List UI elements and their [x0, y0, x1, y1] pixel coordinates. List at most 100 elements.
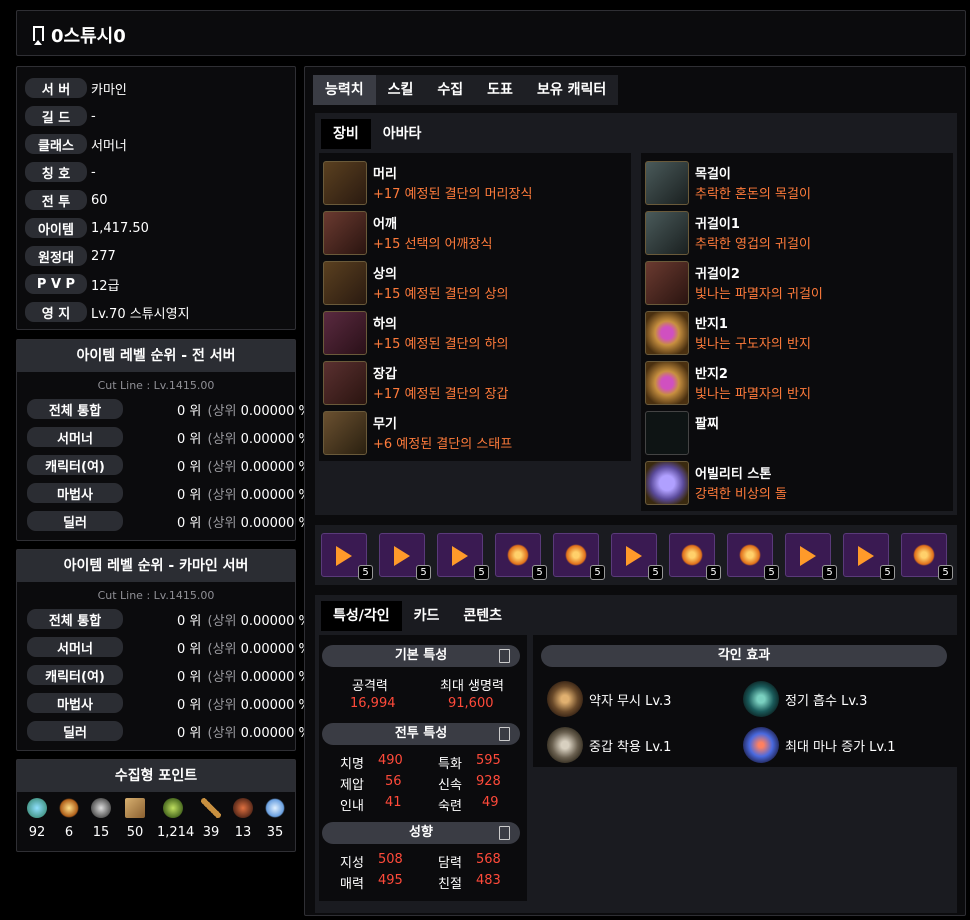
document-icon[interactable] [499, 727, 510, 741]
equipment-panel: 장비 아바타 머리 +17 예정된 결단의 머리장식 어깨 +15 선택의 어깨장식… [315, 113, 957, 515]
island-heart-icon [27, 798, 47, 818]
hp-label: 최대 생명력 [440, 679, 504, 694]
equipment-item[interactable]: 팔찌 [645, 409, 945, 457]
rank-upper: (상위 [207, 515, 237, 531]
equipment-item[interactable]: 반지1 빛나는 구도자의 반지 [645, 309, 945, 357]
profile-row-guild: 길 드- [25, 105, 96, 127]
collection-item[interactable]: 39 [195, 798, 227, 840]
equipment-item[interactable]: 무기 +6 예정된 결단의 스태프 [323, 409, 623, 457]
giant-heart-icon [91, 798, 111, 818]
equipment-item[interactable]: 상의 +15 예정된 결단의 상의 [323, 259, 623, 307]
gem-slot[interactable]: 5 [495, 533, 547, 580]
rank-value: 0 위 [177, 613, 202, 629]
profile-value: 서머너 [91, 138, 127, 154]
gem-slot[interactable]: 5 [321, 533, 373, 580]
collection-count: 13 [234, 825, 252, 840]
equipment-item[interactable]: 귀걸이2 빛나는 파멸자의 귀걸이 [645, 259, 945, 307]
heavy-armor-icon [547, 727, 583, 763]
engraving-name: 중갑 착용 Lv.1 [589, 739, 672, 755]
cooldown-gem-icon [913, 544, 935, 566]
tendency-stat-grid: 지성 508 담력 568 매력 495 친절 483 [322, 852, 520, 896]
gem-slot[interactable]: 5 [437, 533, 489, 580]
tab-skills[interactable]: 스킬 [375, 75, 426, 105]
equipment-slot-name: 반지2 [695, 367, 728, 382]
collection-item[interactable]: 13 [227, 798, 259, 840]
rank-label: 마법사 [27, 483, 123, 503]
collection-title: 수집형 포인트 [17, 760, 295, 792]
combat-stats-title: 전투 특성 [394, 726, 448, 741]
document-icon[interactable] [499, 649, 510, 663]
profile-label: 영 지 [25, 302, 87, 322]
rank-row: 캐릭터(여) 0 위 (상위 0.00000 %) [27, 665, 316, 685]
collection-item[interactable]: 35 [259, 798, 291, 840]
engraving-item[interactable]: 중갑 착용 Lv.1 [547, 727, 671, 763]
combat-stat-grid: 치명 490 특화 595 제압 56 신속 928 인내 41 숙련 49 [322, 753, 520, 817]
stat-label: 숙련 [438, 799, 462, 814]
document-icon[interactable] [499, 826, 510, 840]
rank-value: 0 위 [177, 515, 202, 531]
gem-level: 5 [648, 565, 663, 580]
equipment-item[interactable]: 하의 +15 예정된 결단의 하의 [323, 309, 623, 357]
collection-item[interactable]: 15 [85, 798, 117, 840]
gem-slot[interactable]: 5 [843, 533, 895, 580]
shoulder-icon [323, 211, 367, 255]
ring-icon [645, 361, 689, 405]
engraving-item[interactable]: 최대 마나 증가 Lv.1 [743, 727, 896, 763]
equipment-item-name: 강력한 비상의 돌 [695, 487, 787, 502]
equipment-tabs: 장비 아바타 [321, 119, 433, 149]
gem-slot[interactable]: 5 [785, 533, 837, 580]
tab-contents[interactable]: 콘텐츠 [451, 601, 514, 631]
collection-item[interactable]: 6 [53, 798, 85, 840]
ranking-all-title: 아이템 레벨 순위 - 전 서버 [17, 340, 295, 372]
gem-slot[interactable]: 5 [669, 533, 721, 580]
equipment-slot-name: 하의 [373, 317, 397, 332]
equipment-item[interactable]: 반지2 빛나는 파멸자의 반지 [645, 359, 945, 407]
collection-item[interactable]: 50 [119, 798, 151, 840]
profile-label: 클래스 [25, 134, 87, 154]
gem-slot[interactable]: 5 [379, 533, 431, 580]
equipment-item[interactable]: 머리 +17 예정된 결단의 머리장식 [323, 159, 623, 207]
engraving-item[interactable]: 정기 흡수 Lv.3 [743, 681, 867, 717]
tab-stats[interactable]: 능력치 [313, 75, 376, 105]
cutline-text: Cut Line : Lv.1415.00 [97, 379, 215, 392]
stat-label: 친절 [438, 877, 462, 892]
tab-engravings[interactable]: 특성/각인 [321, 601, 402, 631]
equipment-item-name: 추락한 영겁의 귀걸이 [695, 237, 811, 252]
collection-count: 39 [202, 825, 220, 840]
tab-equipment[interactable]: 장비 [321, 119, 371, 149]
rank-value: 0 위 [177, 697, 202, 713]
equipment-item[interactable]: 목걸이 추락한 혼돈의 목걸이 [645, 159, 945, 207]
engraving-item[interactable]: 약자 무시 Lv.3 [547, 681, 671, 717]
tab-characters[interactable]: 보유 캐릭터 [524, 75, 619, 105]
engraving-name: 정기 흡수 Lv.3 [785, 693, 868, 709]
collection-item[interactable]: 1,214 [157, 798, 195, 840]
equipment-item[interactable]: 어빌리티 스톤 강력한 비상의 돌 [645, 459, 945, 507]
gem-slot[interactable]: 5 [727, 533, 779, 580]
tab-collection[interactable]: 수집 [425, 75, 476, 105]
ignea-icon [233, 798, 253, 818]
collection-item[interactable]: 92 [21, 798, 53, 840]
collection-count: 50 [126, 825, 144, 840]
art-icon [125, 798, 145, 818]
gem-slot[interactable]: 5 [901, 533, 953, 580]
collection-count: 1,214 [157, 825, 195, 840]
rank-upper: (상위 [207, 641, 237, 657]
equipment-item-name: +17 예정된 결단의 장갑 [373, 387, 509, 402]
equipment-item[interactable]: 귀걸이1 추락한 영겁의 귀걸이 [645, 209, 945, 257]
tab-charts[interactable]: 도표 [475, 75, 525, 105]
bookmark-icon[interactable] [33, 26, 44, 41]
equipment-item[interactable]: 어깨 +15 선택의 어깨장식 [323, 209, 623, 257]
gem-slot[interactable]: 5 [611, 533, 663, 580]
gem-level: 5 [822, 565, 837, 580]
equipment-item[interactable]: 장갑 +17 예정된 결단의 장갑 [323, 359, 623, 407]
equipment-slot-name: 목걸이 [695, 167, 731, 182]
rank-row: 딜러 0 위 (상위 0.00000 %) [27, 511, 316, 531]
gem-slot[interactable]: 5 [553, 533, 605, 580]
tab-avatar[interactable]: 아바타 [371, 119, 434, 149]
rank-row: 마법사 0 위 (상위 0.00000 %) [27, 693, 316, 713]
rank-value: 0 위 [177, 403, 202, 419]
rank-upper: (상위 [207, 613, 237, 629]
rank-label: 마법사 [27, 693, 123, 713]
tab-cards[interactable]: 카드 [402, 601, 452, 631]
gem-level: 5 [590, 565, 605, 580]
